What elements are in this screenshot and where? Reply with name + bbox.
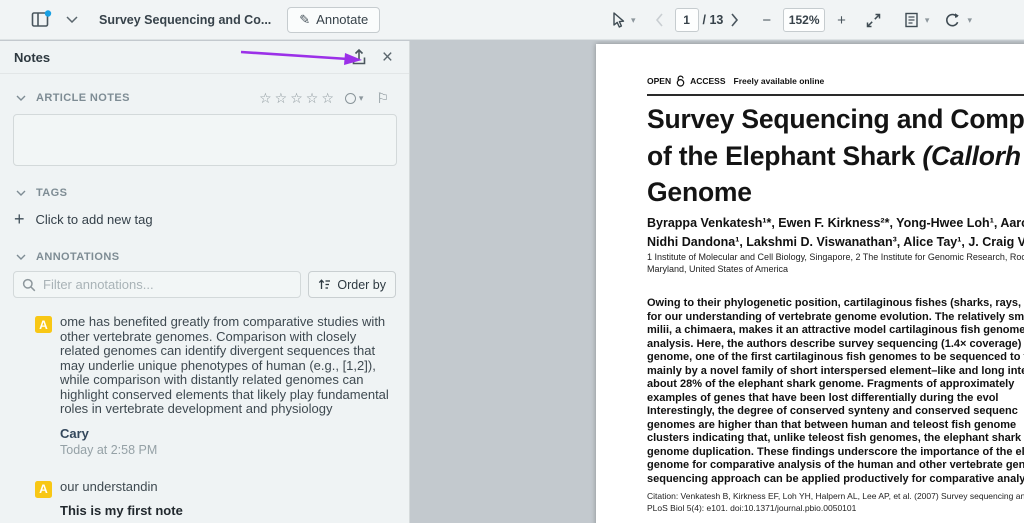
rotate-icon[interactable] bbox=[941, 9, 964, 32]
notes-panel: Notes × ARTICLE NOTE bbox=[0, 41, 410, 523]
annotation-list-item[interactable]: A ome has benefited greatly from compara… bbox=[0, 315, 409, 457]
tags-label: TAGS bbox=[36, 187, 67, 199]
top-toolbar: Survey Sequencing and Co... ✎ Annotate ▾ bbox=[0, 0, 1024, 40]
article-note-input[interactable] bbox=[13, 114, 397, 166]
notes-panel-title: Notes bbox=[14, 50, 50, 65]
annotate-button[interactable]: ✎ Annotate bbox=[287, 7, 380, 33]
next-page-button[interactable] bbox=[727, 10, 742, 30]
page-number-input[interactable]: 1 bbox=[675, 8, 699, 32]
header-rule bbox=[647, 94, 1024, 96]
pdf-page: OPEN ACCESS Freely available online Surv… bbox=[596, 44, 1024, 523]
paper-authors: Byrappa Venkatesh¹*, Ewen F. Kirkness²*,… bbox=[647, 214, 1024, 251]
search-icon bbox=[22, 278, 36, 292]
annotation-timestamp: Today at 2:58 PM bbox=[60, 443, 391, 457]
filter-annotations-field[interactable] bbox=[13, 271, 301, 298]
pointer-tool-icon[interactable] bbox=[608, 9, 628, 31]
page-layout-icon[interactable] bbox=[901, 9, 922, 31]
order-by-label: Order by bbox=[337, 278, 386, 292]
pointer-tool-caret-icon[interactable]: ▾ bbox=[631, 16, 636, 25]
article-notes-section-header: ARTICLE NOTES ☆ ☆ ☆ ☆ ☆ ▾ ⚐ bbox=[0, 91, 409, 105]
pen-icon: ✎ bbox=[299, 12, 310, 28]
annotations-label: ANNOTATIONS bbox=[36, 251, 119, 263]
star-rating-icon[interactable]: ☆ bbox=[306, 91, 319, 105]
paper-abstract: Owing to their phylogenetic position, ca… bbox=[647, 297, 1024, 486]
star-rating-icon[interactable]: ☆ bbox=[321, 91, 334, 105]
close-panel-icon[interactable]: × bbox=[382, 48, 393, 67]
add-tag-button[interactable]: + Click to add new tag bbox=[0, 210, 409, 228]
section-chevron-icon[interactable] bbox=[13, 92, 29, 104]
read-status-caret-icon[interactable]: ▾ bbox=[359, 94, 364, 103]
section-chevron-icon[interactable] bbox=[13, 251, 29, 263]
read-status-circle-icon[interactable] bbox=[345, 93, 356, 104]
zoom-out-button[interactable]: − bbox=[758, 10, 775, 31]
open-access-banner: OPEN ACCESS Freely available online bbox=[647, 75, 824, 87]
papers-reader-window: Survey Sequencing and Co... ✎ Annotate ▾ bbox=[0, 0, 1024, 523]
highlight-annotation-icon: A bbox=[35, 316, 52, 333]
zoom-level-input[interactable]: 152% bbox=[783, 8, 825, 32]
order-by-button[interactable]: Order by bbox=[308, 271, 396, 298]
fullscreen-icon[interactable] bbox=[862, 9, 885, 32]
add-tag-label: Click to add new tag bbox=[36, 212, 153, 227]
rotate-caret-icon[interactable]: ▾ bbox=[967, 16, 972, 25]
annotation-note-text: This is my first note bbox=[60, 503, 391, 518]
section-chevron-icon[interactable] bbox=[13, 187, 29, 199]
freely-available-label: Freely available online bbox=[734, 76, 825, 86]
plus-icon: + bbox=[14, 210, 25, 228]
open-access-lock-icon bbox=[675, 75, 686, 87]
annotation-author: Cary bbox=[60, 426, 391, 441]
sidebar-toggle-icon[interactable] bbox=[28, 7, 55, 32]
annotation-highlight-text: our understandin bbox=[60, 480, 391, 495]
pdf-viewer-area: OPEN ACCESS Freely available online Surv… bbox=[410, 41, 1024, 523]
paper-affiliations: 1 Institute of Molecular and Cell Biolog… bbox=[647, 252, 1024, 275]
notification-dot bbox=[45, 10, 51, 16]
export-notes-icon[interactable] bbox=[348, 45, 370, 69]
annotation-highlight-text: ome has benefited greatly from comparati… bbox=[60, 315, 391, 417]
paper-title: Survey Sequencing and Comp of the Elepha… bbox=[647, 101, 1024, 211]
annotation-list-item[interactable]: A our understandin This is my first note… bbox=[0, 480, 409, 523]
paper-citation: Citation: Venkatesh B, Kirkness EF, Loh … bbox=[647, 491, 1024, 514]
open-label: OPEN bbox=[647, 76, 671, 86]
zoom-in-button[interactable]: + bbox=[833, 10, 850, 31]
access-label: ACCESS bbox=[690, 76, 725, 86]
filter-annotations-input[interactable] bbox=[43, 277, 292, 292]
star-rating-icon[interactable]: ☆ bbox=[259, 91, 272, 105]
tags-section-header: TAGS bbox=[0, 187, 409, 199]
highlight-annotation-icon: A bbox=[35, 481, 52, 498]
page-layout-caret-icon[interactable]: ▾ bbox=[925, 16, 930, 25]
star-rating-icon[interactable]: ☆ bbox=[290, 91, 303, 105]
star-rating-icon[interactable]: ☆ bbox=[275, 91, 288, 105]
sort-icon bbox=[318, 278, 331, 291]
annotations-section-header: ANNOTATIONS bbox=[0, 251, 409, 263]
flag-icon[interactable]: ⚐ bbox=[376, 91, 389, 105]
chevron-down-icon[interactable] bbox=[63, 13, 81, 26]
document-title: Survey Sequencing and Co... bbox=[99, 13, 271, 27]
notes-panel-header: Notes × bbox=[0, 41, 409, 74]
previous-page-button[interactable] bbox=[652, 10, 667, 30]
page-count-label: / 13 bbox=[703, 13, 724, 27]
article-notes-label: ARTICLE NOTES bbox=[36, 92, 130, 104]
annotate-label: Annotate bbox=[316, 12, 368, 27]
